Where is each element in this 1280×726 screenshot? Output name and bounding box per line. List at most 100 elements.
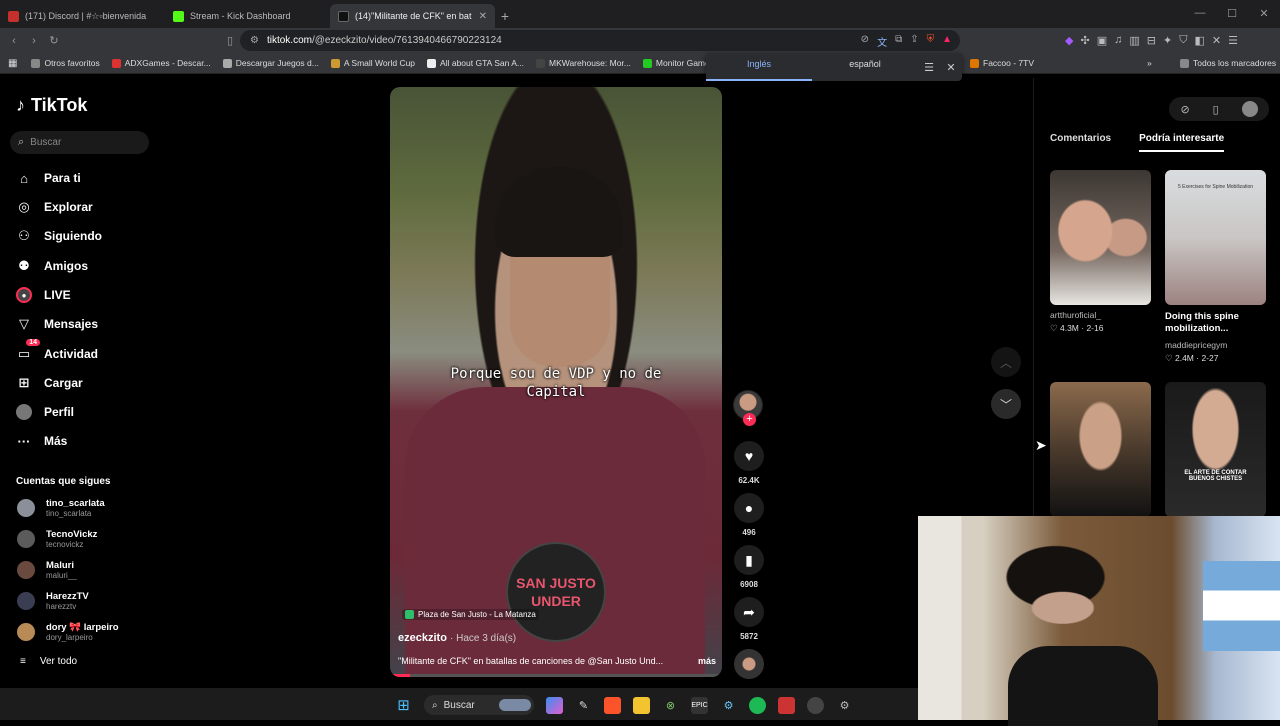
suggested-video-card[interactable]: EL ARTE DE CONTAR BUENOS CHISTES: [1165, 382, 1266, 517]
tiktok-logo[interactable]: ♪ TikTok: [16, 95, 87, 116]
puzzle-icon[interactable]: ✣: [1080, 34, 1089, 47]
screenshot-icon[interactable]: ▣: [1097, 34, 1107, 47]
nav-mensajes[interactable]: ▽ Mensajes: [16, 316, 98, 332]
more-bookmarks-icon[interactable]: »: [1147, 58, 1152, 68]
brave-icon[interactable]: [604, 696, 621, 714]
share-arrow-icon[interactable]: ➦: [734, 597, 764, 627]
apps-icon[interactable]: ▦: [8, 58, 17, 69]
following-account[interactable]: TecnoVickz tecnovickz: [17, 529, 97, 549]
translate-menu-icon[interactable]: ☰: [918, 61, 940, 74]
close-window-icon[interactable]: ✕: [1248, 0, 1280, 26]
bookmark-icon[interactable]: ▯: [220, 34, 240, 47]
media-icon[interactable]: ♫: [1114, 34, 1122, 47]
bookmark-item[interactable]: Faccoo - 7TV: [970, 58, 1034, 68]
inkscape-icon[interactable]: ✎: [575, 697, 592, 714]
bookmark-save-icon[interactable]: ▮: [734, 545, 764, 575]
nav-amigos[interactable]: ⚉ Amigos: [16, 258, 88, 274]
file-explorer-icon[interactable]: [633, 696, 650, 714]
nav-cargar[interactable]: ⊞ Cargar: [16, 375, 83, 391]
reload-icon[interactable]: ↻: [44, 34, 64, 47]
following-account[interactable]: Maluri maluri__: [17, 560, 77, 580]
search-input[interactable]: [30, 137, 131, 148]
translate-target-tab[interactable]: español: [812, 53, 918, 81]
steam-app-icon[interactable]: ⚙: [836, 697, 853, 714]
like-action[interactable]: ♥ 62.4K: [733, 441, 765, 485]
tab-suggested[interactable]: Podría interesarte: [1139, 133, 1225, 152]
share-icon[interactable]: ⇪: [910, 34, 918, 49]
maximize-icon[interactable]: ☐: [1216, 0, 1248, 26]
suggested-video-card[interactable]: artthuroficial_ ♡ 4.3M · 2-16: [1050, 170, 1151, 334]
omnibox[interactable]: ⚙ tiktok.com/@ezeckzito/video/7613940466…: [240, 30, 960, 51]
previous-video-button[interactable]: ︿: [991, 347, 1021, 377]
back-icon[interactable]: ‹: [4, 35, 24, 47]
tab-comments[interactable]: Comentarios: [1050, 133, 1111, 152]
nav-mas[interactable]: ··· Más: [16, 433, 68, 449]
bookmark-folder[interactable]: Otros favoritos: [31, 58, 100, 68]
user-avatar[interactable]: [1241, 101, 1258, 117]
rewards-icon[interactable]: ▲: [942, 34, 952, 49]
nav-actividad[interactable]: ▭ 14 Actividad: [16, 339, 98, 362]
nav-siguiendo[interactable]: ⚇ Siguiendo: [16, 228, 102, 244]
bookmark-item[interactable]: MKWarehouse: Mor...: [536, 58, 631, 68]
steam-icon[interactable]: ⚙: [720, 697, 737, 714]
suggested-video-card[interactable]: 5 Exercises for Spine Mobilization Doing…: [1165, 170, 1266, 364]
comment-icon[interactable]: ●: [734, 493, 764, 523]
following-account[interactable]: HarezzTV harezztv: [17, 591, 89, 611]
chrome-icon[interactable]: [807, 696, 824, 714]
extension-icon[interactable]: ◆: [1065, 34, 1073, 47]
tab-kick[interactable]: Stream - Kick Dashboard: [165, 4, 330, 28]
translate-close-icon[interactable]: ✕: [940, 61, 962, 74]
location-tag[interactable]: Plaza de San Justo - La Matanza: [402, 609, 539, 620]
wallet-icon[interactable]: ◧: [1194, 34, 1204, 47]
copilot-icon[interactable]: [546, 696, 563, 714]
brave-shield-icon[interactable]: ⛨: [927, 34, 935, 49]
all-bookmarks[interactable]: Todos los marcadores: [1180, 58, 1276, 68]
next-video-button[interactable]: ﹀: [991, 389, 1021, 419]
nav-live[interactable]: ● LIVE: [16, 287, 71, 303]
close-tab-icon[interactable]: ✕: [479, 11, 487, 22]
following-account[interactable]: tino_scarlata tino_scarlata: [17, 498, 105, 518]
sound-disc-icon[interactable]: [734, 649, 764, 679]
translate-icon[interactable]: 文: [877, 34, 887, 49]
leo-icon[interactable]: ✦: [1163, 34, 1172, 47]
bookmark-item[interactable]: Descargar Juegos d...: [222, 58, 319, 68]
suggested-video-card[interactable]: [1050, 382, 1151, 517]
sound-action[interactable]: [733, 649, 765, 679]
sidebar-icon[interactable]: ▥: [1129, 34, 1139, 47]
nav-perfil[interactable]: Perfil: [16, 404, 74, 420]
heart-icon[interactable]: ♥: [734, 441, 764, 471]
windows-start-icon[interactable]: ⊞: [395, 697, 412, 714]
new-tab-button[interactable]: +: [495, 4, 515, 28]
tab-tiktok[interactable]: (14)"Militante de CFK" en bat ✕: [330, 4, 495, 28]
nav-para-ti[interactable]: ⌂ Para ti: [16, 170, 81, 186]
minimize-icon[interactable]: —: [1184, 0, 1216, 26]
bookmark-item[interactable]: A Small World Cup: [330, 58, 415, 68]
open-in-app-icon[interactable]: ⧉: [895, 34, 902, 49]
epic-games-icon[interactable]: EPIC: [691, 696, 708, 714]
following-account[interactable]: dory 🎀 larpeiro dory_larpeiro: [17, 622, 119, 642]
tab-search-icon[interactable]: ⊟: [1147, 34, 1156, 47]
nav-explorar[interactable]: ◎ Explorar: [16, 199, 92, 215]
video-author[interactable]: ezeckzito · Hace 3 día(s): [398, 632, 516, 644]
save-action[interactable]: ▮ 6908: [733, 545, 765, 589]
xbox-icon[interactable]: ⊗: [662, 697, 679, 714]
menu-icon[interactable]: ☰: [1228, 34, 1238, 47]
bookmark-item[interactable]: All about GTA San A...: [427, 58, 524, 68]
see-all-link[interactable]: ≡ Ver todo: [20, 656, 77, 667]
speed-icon[interactable]: ⊘: [1180, 103, 1189, 116]
forward-icon[interactable]: ›: [24, 35, 44, 47]
more-button[interactable]: más: [698, 656, 716, 666]
creator-avatar[interactable]: +: [733, 390, 763, 426]
vpn-icon[interactable]: ⛉: [1179, 34, 1187, 47]
follow-plus-icon[interactable]: +: [743, 413, 756, 426]
spotify-icon[interactable]: [749, 696, 766, 714]
comment-action[interactable]: ● 496: [733, 493, 765, 537]
translate-source-tab[interactable]: Inglés: [706, 53, 812, 81]
tab-discord[interactable]: (171) Discord | #☆▫bienvenida: [0, 4, 165, 28]
site-info-icon[interactable]: ⚙: [250, 35, 259, 46]
close-x-icon[interactable]: ✕: [1212, 34, 1221, 47]
phone-icon[interactable]: ▯: [1213, 103, 1219, 116]
share-action[interactable]: ➦ 5872: [733, 597, 765, 641]
taskbar-search[interactable]: ⌕ Buscar: [424, 695, 534, 715]
bookmark-item[interactable]: ADXGames - Descar...: [111, 58, 211, 68]
